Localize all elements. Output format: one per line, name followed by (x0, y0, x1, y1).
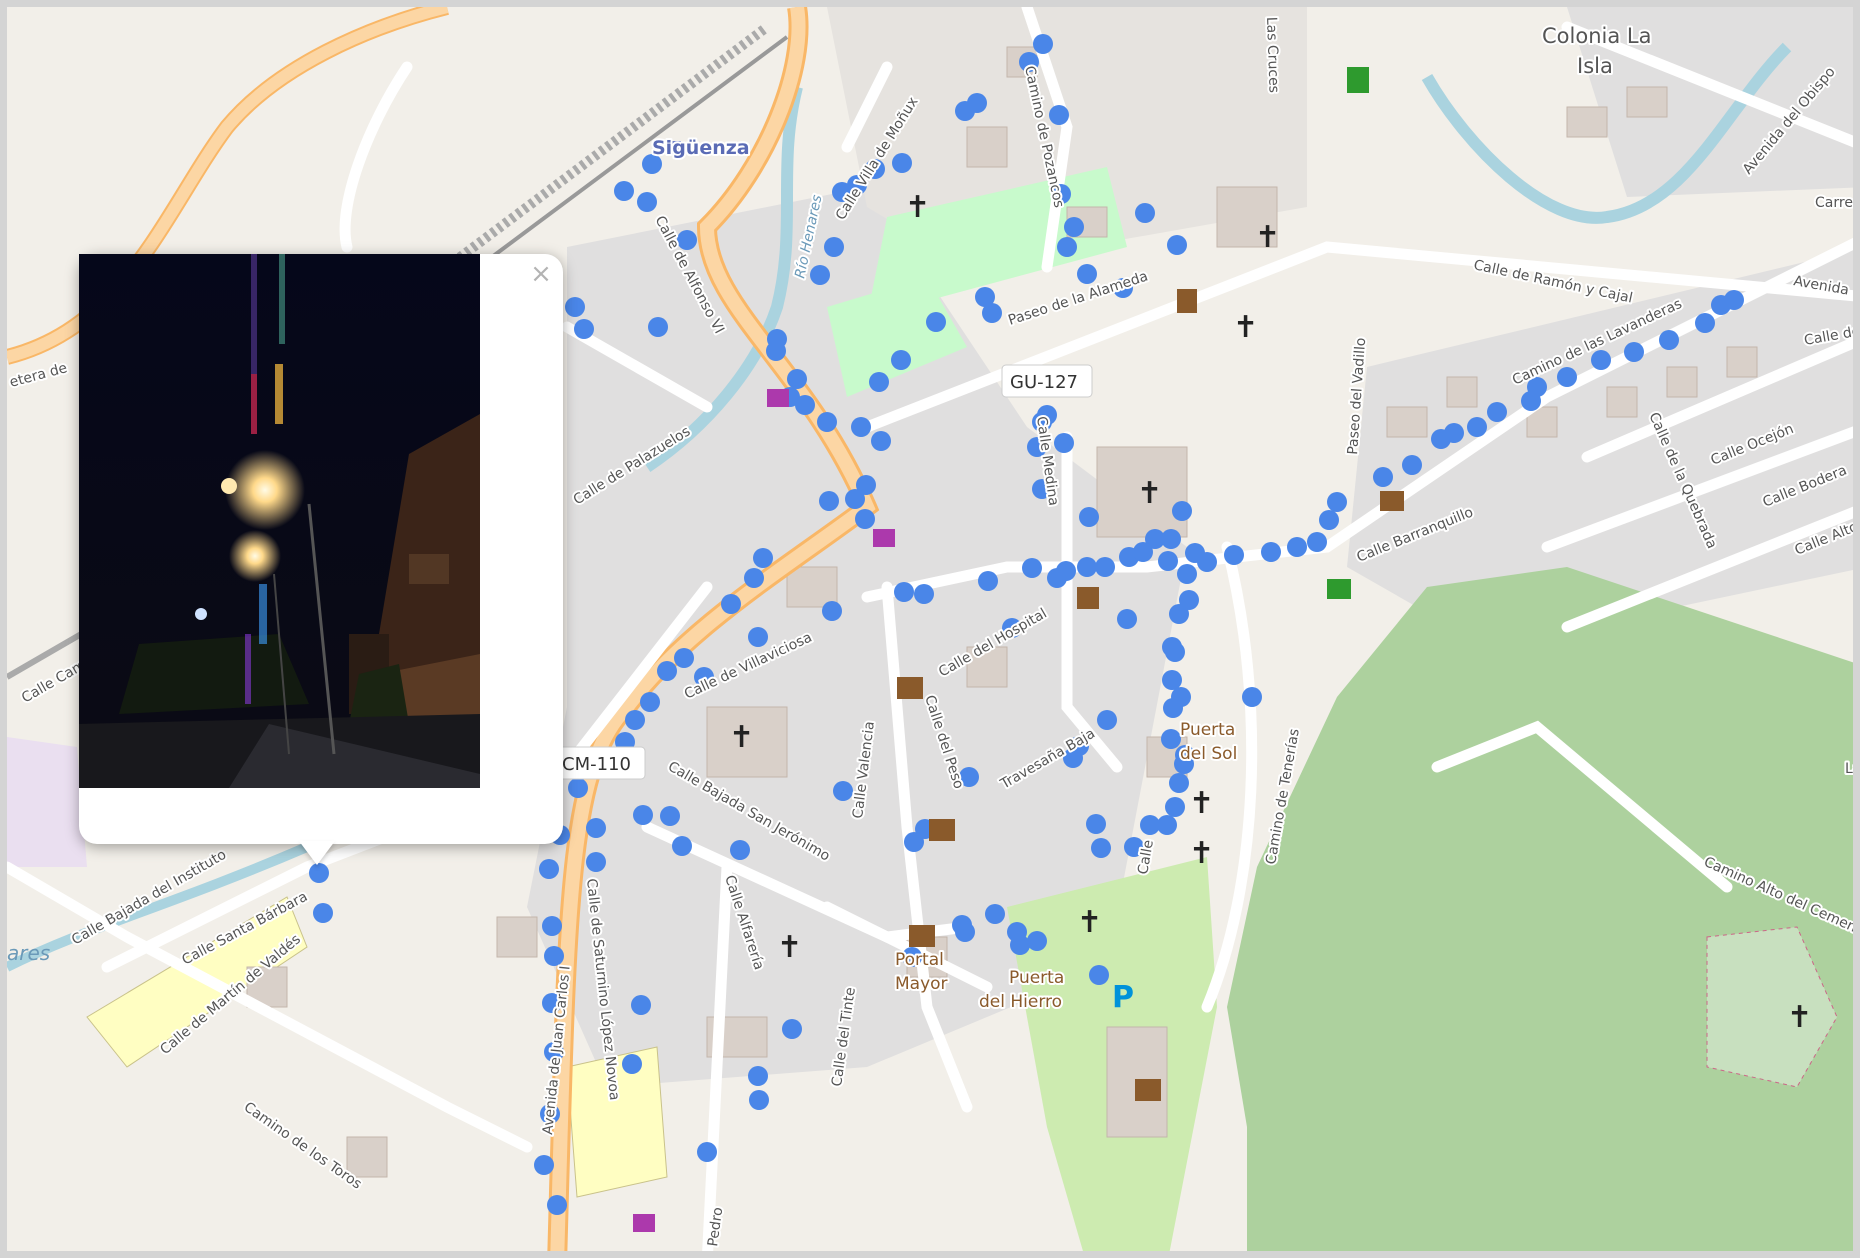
colonia-label-1: Colonia La (1542, 24, 1651, 48)
puerta-sol-label-1: Puerta (1180, 720, 1235, 740)
church-icon: ✝ (1255, 220, 1280, 255)
photo-popup: × (79, 254, 563, 844)
portal-mayor-label-2: Mayor (895, 974, 948, 994)
church-icon: ✝ (729, 720, 754, 755)
street-label: Carre (1815, 195, 1853, 211)
road-shield-gu127-text: GU-127 (1010, 372, 1078, 393)
church-icon: ✝ (1233, 310, 1258, 345)
picnic-icon (1347, 67, 1369, 93)
parking-icon: P (1112, 980, 1134, 1015)
church-icon: ✝ (905, 190, 930, 225)
library-icon (1380, 491, 1404, 511)
church-icon: ✝ (1137, 476, 1162, 511)
popup-tip (299, 841, 335, 865)
church-icon: ✝ (1787, 1000, 1812, 1035)
castle-icon (909, 925, 935, 947)
close-icon[interactable]: × (527, 260, 555, 288)
church-icon: ✝ (1077, 905, 1102, 940)
street-label: La (1845, 761, 1860, 777)
road-shield-cm110-text: CM-110 (562, 754, 631, 775)
church-icon: ✝ (1189, 786, 1214, 821)
portal-mayor-label-1: Portal (895, 950, 944, 970)
memorial-icon (1177, 289, 1197, 313)
shop-icon (873, 529, 895, 547)
street-label: Las Cruces (1263, 17, 1282, 94)
castle-icon (929, 819, 955, 841)
church-icon: ✝ (777, 930, 802, 965)
town-label: Sigüenza (652, 137, 750, 159)
shop-icon (633, 1214, 655, 1232)
river-label: ares (7, 941, 50, 965)
church-icon: ✝ (1189, 836, 1214, 871)
monument-icon (1077, 587, 1099, 609)
puerta-hierro-label-1: Puerta (1009, 968, 1064, 988)
night-street-photo (79, 254, 480, 788)
puerta-hierro-label-2: del Hierro (979, 992, 1062, 1012)
picnic-icon (1327, 579, 1351, 599)
puerta-sol-label-2: del Sol (1180, 744, 1237, 764)
castle-icon (897, 677, 923, 699)
colonia-label-2: Isla (1577, 54, 1613, 78)
shop-icon (767, 389, 789, 407)
castle-icon (1135, 1079, 1161, 1101)
map-view[interactable]: ✝ ✝ ✝ ✝ ✝ ✝ ✝ ✝ ✝ ✝ P Sigüenza Colonia L… (0, 0, 1860, 1258)
